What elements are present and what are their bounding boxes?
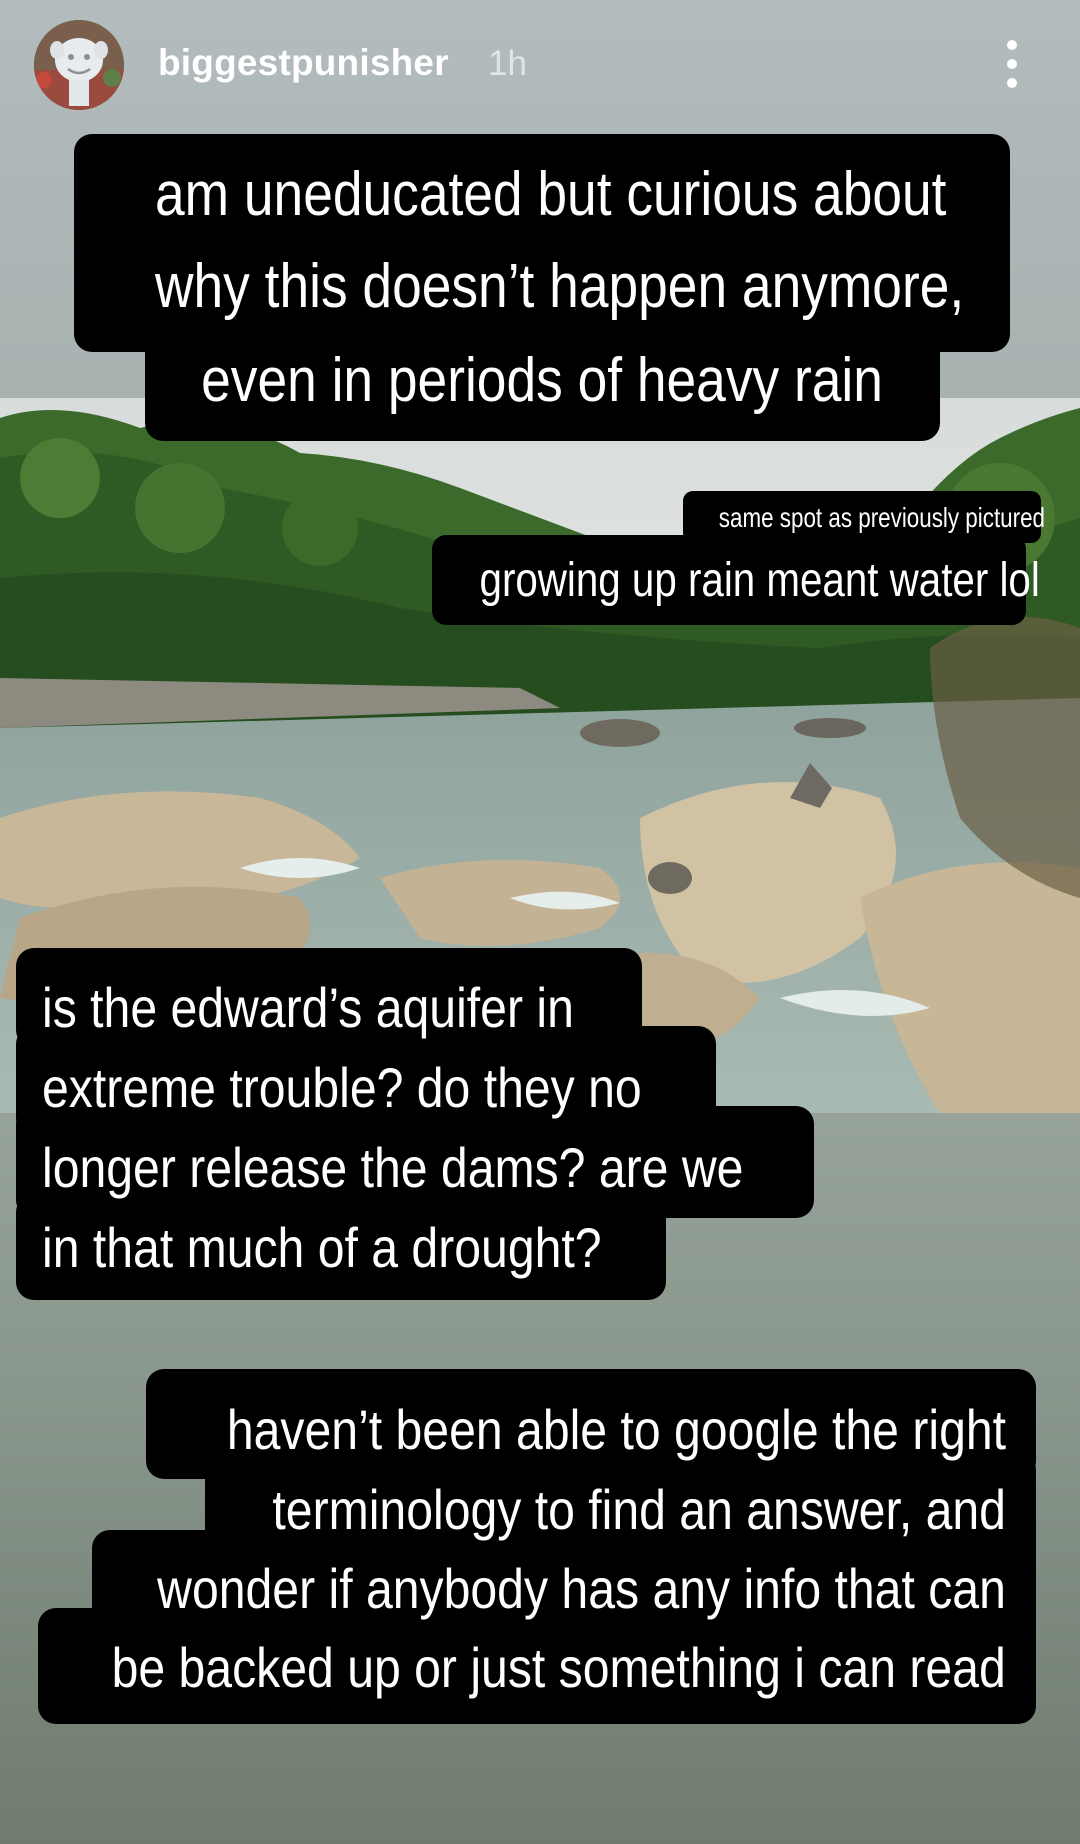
caption-line: is the edward’s aquifer in [42,976,574,1039]
caption-line: even in periods of heavy rain [201,346,883,415]
caption-line: in that much of a drought? [42,1216,602,1279]
caption-line: same spot as previously pictured [718,502,1045,533]
avatar-statue-face-icon [34,20,124,110]
caption-line: why this doesn’t happen anymore, [155,252,965,321]
username[interactable]: biggestpunisher [158,42,449,84]
avatar[interactable] [34,20,124,110]
more-vertical-icon[interactable] [996,36,1028,92]
caption-line: terminology to find an answer, and [272,1478,1006,1541]
caption-line: extreme trouble? do they no [42,1056,642,1119]
caption-line: haven’t been able to google the right [226,1398,1006,1461]
caption-line: be backed up or just something i can rea… [111,1636,1006,1699]
time-ago: 1h [488,44,527,83]
caption-line: growing up rain meant water lol [479,554,1040,607]
caption-line: longer release the dams? are we [42,1136,744,1199]
caption-line: am uneducated but curious about [155,160,947,229]
caption-line: wonder if anybody has any info that can [157,1557,1006,1620]
